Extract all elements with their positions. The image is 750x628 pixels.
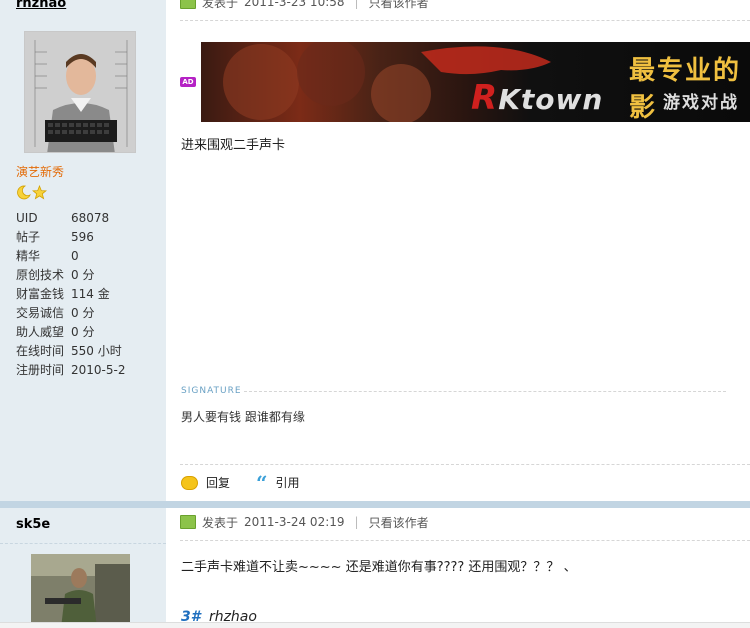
stat-online-time: 在线时间 550 小时	[16, 342, 125, 361]
reply-label: 回复	[206, 476, 231, 490]
stat-value: 550 小时	[71, 344, 122, 358]
ad-badge: AD	[180, 77, 196, 87]
author-username[interactable]: sk5e	[16, 517, 50, 532]
author-only-link[interactable]: 只看该作者	[369, 0, 429, 11]
stat-value: 0 分	[71, 306, 95, 320]
moon-icon	[17, 185, 31, 200]
author-avatar[interactable]	[31, 554, 130, 628]
stat-label: UID	[16, 211, 38, 225]
banner-logo: RKtown	[471, 78, 603, 118]
meta-divider	[180, 540, 750, 541]
stat-value[interactable]: 0	[71, 247, 79, 266]
stat-label: 助人威望	[16, 325, 65, 339]
post-meta: 发表于 2011-3-24 02:19 | 只看该作者	[180, 514, 429, 530]
banner-logo-r: R	[471, 78, 499, 118]
stat-trade-credit: 交易诚信 0 分	[16, 304, 125, 323]
stat-value: 0 分	[71, 268, 95, 282]
star-icon	[32, 185, 47, 200]
stat-prestige: 助人威望 0 分	[16, 323, 125, 342]
author-only-link[interactable]: 只看该作者	[369, 514, 429, 531]
stat-label: 财富金钱	[16, 287, 65, 301]
stat-value: 0 分	[71, 325, 95, 339]
quote-icon: “	[256, 470, 268, 495]
signature-divider	[244, 391, 726, 392]
stat-label: 注册时间	[16, 363, 65, 377]
author-rank: 演艺新秀	[16, 165, 65, 179]
post-timestamp: 2011-3-24 02:19	[244, 515, 345, 529]
posted-prefix: 发表于	[202, 515, 239, 530]
stat-digest: 精华 0	[16, 247, 125, 266]
stat-value: 2010-5-2	[71, 363, 126, 377]
stat-original-tech: 原创技术 0 分	[16, 266, 125, 285]
meta-separator: |	[354, 0, 359, 9]
stat-label: 原创技术	[16, 268, 65, 282]
post-status-icon	[180, 515, 196, 529]
stat-label: 交易诚信	[16, 306, 65, 320]
author-username[interactable]: rhzhao	[16, 0, 66, 11]
signature-text: 男人要有钱 跟谁都有缘	[181, 410, 305, 424]
post-meta: 发表于 2011-3-23 10:58 | 只看该作者	[180, 0, 429, 10]
post-content: 进来围观二手声卡	[181, 138, 286, 153]
author-avatar[interactable]	[24, 31, 136, 153]
banner-logo-text: Ktown	[498, 83, 604, 116]
banner-tagline: 游戏对战	[663, 93, 739, 113]
post-divider-band	[0, 501, 750, 508]
posted-prefix: 发表于	[202, 0, 239, 10]
stat-uid: UID 68078	[16, 209, 125, 228]
stat-value: 68078	[71, 211, 110, 225]
meta-separator: |	[354, 515, 359, 529]
quote-button[interactable]: “ 引用	[256, 470, 300, 495]
signature-label: SIGNATURE	[181, 386, 242, 396]
ad-banner[interactable]: RKtown 最专业的影 游戏对战	[201, 42, 750, 122]
post-content: 二手声卡难道不让卖~~~~ 还是难道你有事???? 还用围观？？？ 、	[181, 560, 577, 575]
actions-divider	[180, 464, 750, 465]
post-timestamp: 2011-3-23 10:58	[244, 0, 345, 9]
stat-register-date: 注册时间 2010-5-2	[16, 361, 125, 380]
stat-posts: 帖子 596	[16, 228, 125, 247]
meta-divider	[180, 20, 750, 21]
stat-value: 114 金	[71, 287, 110, 301]
stat-label: 帖子	[16, 230, 41, 244]
stat-value[interactable]: 596	[71, 228, 94, 247]
post-actions: 回复 “ 引用	[181, 470, 320, 495]
quote-label: 引用	[275, 476, 300, 490]
reply-icon	[181, 475, 198, 490]
stat-label: 在线时间	[16, 344, 65, 358]
horizontal-scrollbar[interactable]	[0, 622, 750, 628]
stat-label: 精华	[16, 249, 41, 263]
reply-button[interactable]: 回复	[181, 474, 230, 491]
sidebar-divider	[0, 543, 166, 544]
rank-icons	[16, 185, 47, 200]
stat-wealth: 财富金钱 114 金	[16, 285, 125, 304]
post-status-icon	[180, 0, 196, 9]
author-stats: UID 68078 帖子 596 精华 0 原创技术 0 分 财富金钱 114 金 交易诚…	[16, 209, 125, 380]
